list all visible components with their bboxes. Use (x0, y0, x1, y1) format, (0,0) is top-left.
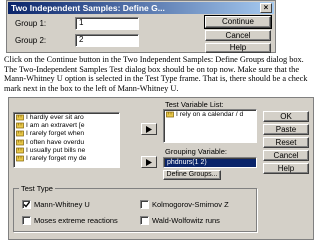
scale-variable-icon (16, 155, 24, 162)
test-variable-item-label: I rely on a calendar / d (176, 110, 244, 118)
wald-wolfowitz-runs-label: Wald-Wolfowitz runs (152, 216, 220, 225)
moses-extreme-reactions-checkbox[interactable] (22, 216, 31, 225)
variable-list-item[interactable]: I hardly ever sit aro (14, 113, 119, 121)
kolmogorov-smirnov-z-label: Kolmogorov-Smirnov Z (152, 200, 229, 209)
test-type-frame: Test Type Mann-Whitney U Kolmogorov-Smirn… (13, 184, 257, 232)
option-kolmogorov-smirnov-z[interactable]: Kolmogorov-Smirnov Z (140, 200, 229, 209)
scale-variable-icon (16, 114, 24, 120)
reset-button[interactable]: Reset (263, 137, 309, 148)
move-to-grouping-button[interactable] (141, 156, 157, 168)
define-groups-titlebar: Two Independent Samples: Define G... × (8, 2, 274, 14)
variable-list-item-label: I often have overdu (26, 138, 85, 146)
scale-variable-icon (16, 147, 24, 154)
kolmogorov-smirnov-z-checkbox[interactable] (140, 200, 149, 209)
grouping-variable-label: Grouping Variable: (165, 147, 227, 156)
ok-button[interactable]: OK (263, 111, 309, 122)
define-groups-button[interactable]: Define Groups... (163, 170, 221, 180)
variable-list-item[interactable]: I am an extravert [e (14, 121, 119, 129)
define-groups-dialog: Two Independent Samples: Define G... × G… (6, 0, 276, 53)
close-icon[interactable]: × (260, 3, 272, 13)
variable-list-item[interactable]: I rarely forget my de (14, 154, 119, 162)
right-arrow-icon (146, 126, 152, 133)
variable-list-item-label: I rarely forget my de (26, 155, 87, 163)
mann-whitney-u-label: Mann-Whitney U (34, 200, 90, 209)
variable-list-item-label: I am an extravert [e (26, 121, 85, 129)
group1-input[interactable]: 1 (75, 17, 139, 30)
main-cancel-button[interactable]: Cancel (263, 150, 309, 161)
test-type-legend: Test Type (19, 184, 55, 193)
define-groups-title: Two Independent Samples: Define G... (11, 3, 165, 13)
option-wald-wolfowitz-runs[interactable]: Wald-Wolfowitz runs (140, 216, 220, 225)
scale-variable-icon (16, 130, 24, 137)
two-independent-samples-dialog: I hardly ever sit aro I am an extravert [… (8, 97, 314, 240)
scale-variable-icon (166, 111, 174, 117)
continue-button[interactable]: Continue (204, 15, 272, 29)
scale-variable-icon (16, 122, 24, 129)
paste-button[interactable]: Paste (263, 124, 309, 135)
checkmark-icon (23, 201, 30, 208)
test-variable-list[interactable]: I rely on a calendar / d (163, 109, 257, 143)
main-help-button[interactable]: Help (263, 163, 309, 174)
test-variable-item[interactable]: I rely on a calendar / d (164, 110, 256, 118)
test-variable-list-label: Test Variable List: (165, 100, 224, 109)
variable-list-item[interactable]: I often have overdu (14, 138, 119, 146)
option-mann-whitney-u[interactable]: Mann-Whitney U (22, 200, 90, 209)
mann-whitney-u-checkbox[interactable] (22, 200, 31, 209)
option-moses-extreme-reactions[interactable]: Moses extreme reactions (22, 216, 118, 225)
variable-source-list[interactable]: I hardly ever sit aro I am an extravert [… (13, 112, 120, 168)
instruction-text: Click on the Continue button in the Two … (4, 55, 308, 94)
move-to-test-list-button[interactable] (141, 123, 157, 135)
variable-list-item-label: I hardly ever sit aro (26, 113, 84, 121)
moses-extreme-reactions-label: Moses extreme reactions (34, 216, 118, 225)
variable-list-item-label: I usually put bills ne (26, 146, 86, 154)
grouping-variable-field[interactable]: phdnurs(1 2) (163, 157, 257, 168)
group2-label: Group 2: (15, 36, 47, 45)
variable-list-item[interactable]: I usually put bills ne (14, 146, 119, 154)
variable-list-item-label: I rarely forget when (26, 130, 85, 138)
group2-input[interactable]: 2 (75, 34, 139, 47)
wald-wolfowitz-runs-checkbox[interactable] (140, 216, 149, 225)
scale-variable-icon (16, 139, 24, 145)
variable-list-item[interactable]: I rarely forget when (14, 130, 119, 138)
help-button[interactable]: Help (205, 43, 271, 53)
cancel-button[interactable]: Cancel (205, 30, 271, 41)
right-arrow-icon (146, 159, 152, 166)
group1-label: Group 1: (15, 19, 47, 28)
